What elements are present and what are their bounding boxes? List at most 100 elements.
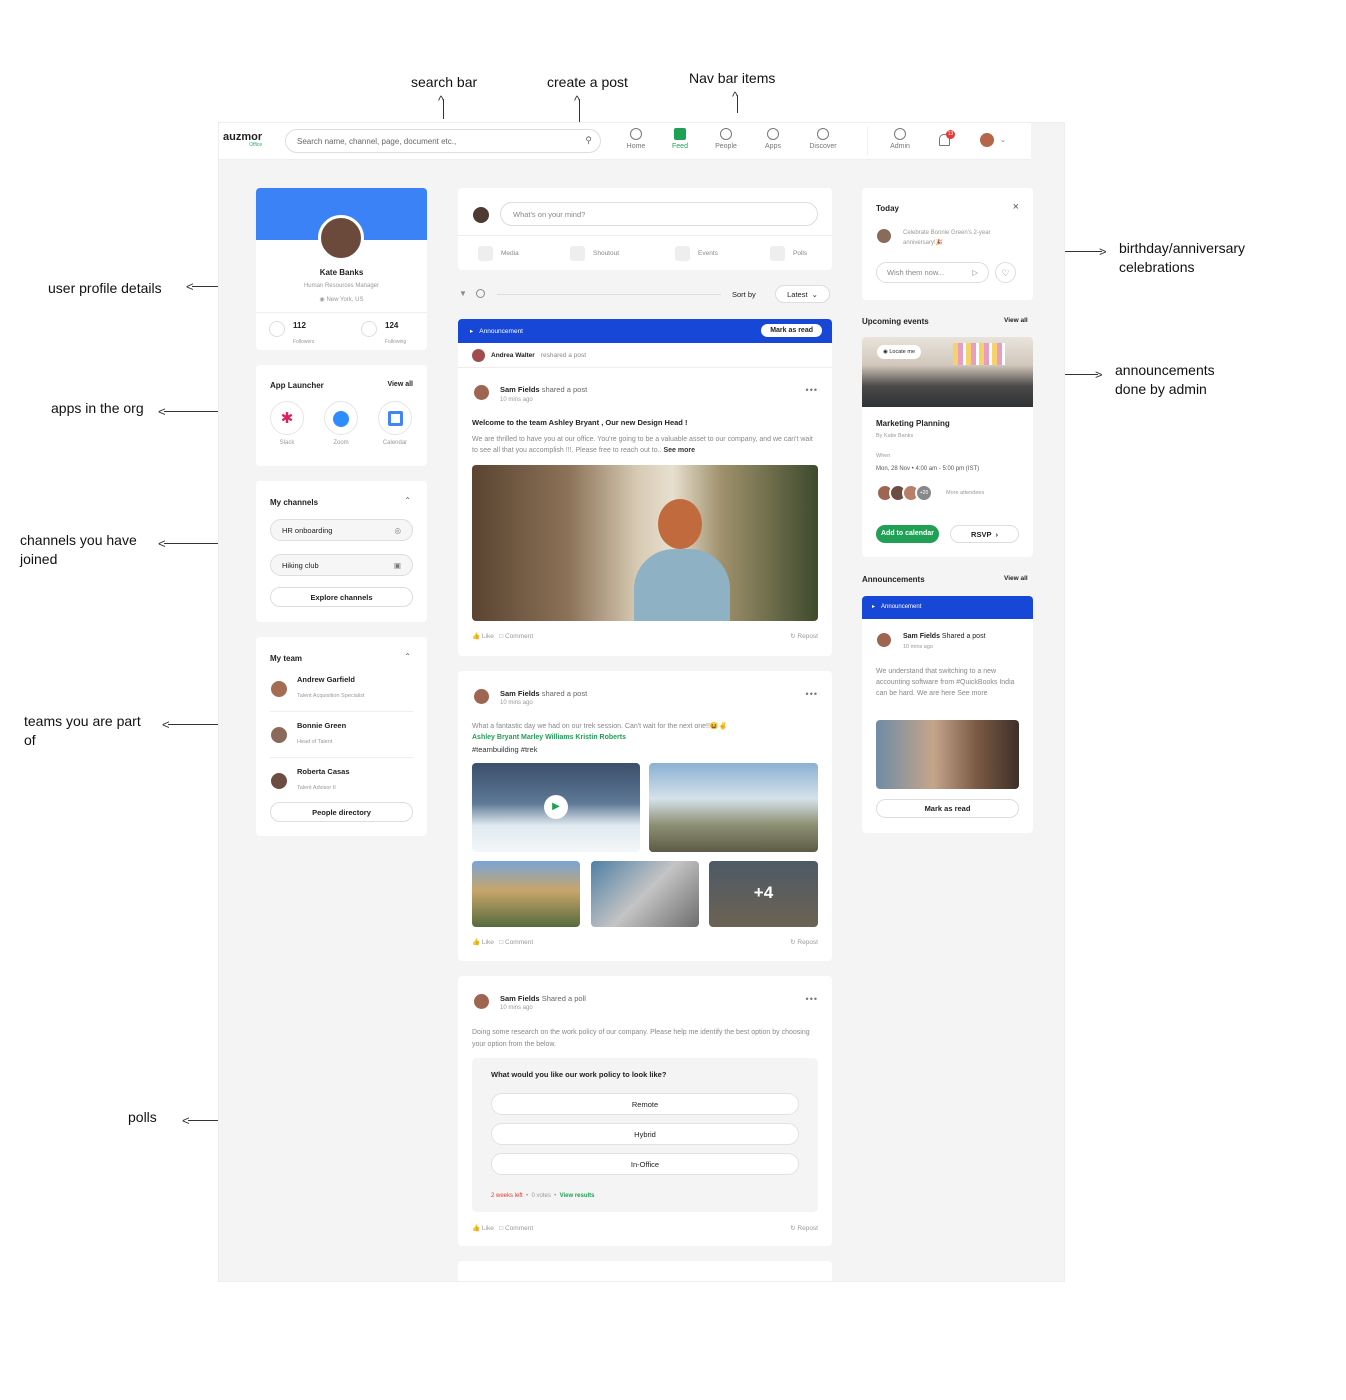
shoutout-icon	[570, 246, 585, 261]
filter-icon[interactable]: ▼	[459, 289, 467, 298]
more-options-icon[interactable]: •••	[806, 689, 818, 699]
nav-discover[interactable]: Discover	[803, 128, 843, 150]
channel-item[interactable]: HR onboarding ◎	[270, 519, 413, 541]
chevron-up-icon[interactable]: ⌃	[404, 496, 411, 505]
create-post-input[interactable]: What's on your mind?	[500, 202, 818, 226]
post-image[interactable]	[591, 861, 699, 927]
like-button[interactable]: 👍 Like	[472, 1225, 494, 1232]
annotation-polls: polls	[128, 1109, 157, 1125]
announcements-view-all[interactable]: View all	[1004, 575, 1028, 582]
post-time: 10 mins ago	[500, 397, 533, 403]
more-images-tile[interactable]: +4	[709, 861, 818, 927]
post-body: Doing some research on the work policy o…	[472, 1029, 810, 1048]
announcement-image[interactable]	[876, 720, 1019, 789]
like-button[interactable]: 👍 Like	[472, 633, 494, 640]
more-options-icon[interactable]: •••	[806, 385, 818, 395]
user-avatar[interactable]	[978, 131, 996, 149]
channels-title: My channels	[270, 498, 319, 507]
team-member[interactable]: Roberta Casas Talent Advisor II	[269, 767, 350, 794]
mark-as-read-button[interactable]: Mark as read	[876, 799, 1019, 818]
event-image[interactable]: ◉ Locate me	[862, 337, 1033, 407]
add-to-calendar-button[interactable]: Add to calendar	[876, 525, 939, 543]
post-tags[interactable]: #teambuilding #trek	[472, 745, 537, 754]
search-icon: ⚲	[585, 135, 592, 145]
events-view-all[interactable]: View all	[1004, 317, 1028, 324]
nav-admin[interactable]: Admin	[880, 128, 920, 150]
attendee-avatars[interactable]: +20	[876, 484, 933, 502]
people-directory-button[interactable]: People directory	[270, 802, 413, 822]
wish-input[interactable]: Wish them now... ▷	[876, 262, 989, 283]
post-author[interactable]: Sam Fields Shared a post	[903, 633, 986, 640]
post-video[interactable]: ▶	[472, 763, 640, 852]
chevron-down-icon[interactable]: ⌄	[1000, 136, 1006, 144]
repost-button[interactable]: ↻ Repost	[790, 938, 818, 946]
heart-icon[interactable]: ♡	[995, 262, 1016, 283]
view-results-link[interactable]: View results	[560, 1193, 595, 1199]
nav-people[interactable]: People	[706, 128, 746, 150]
post-image[interactable]	[472, 861, 580, 927]
like-button[interactable]: 👍 Like	[472, 939, 494, 946]
post-author[interactable]: Sam Fields Shared a poll	[500, 994, 586, 1003]
channel-item[interactable]: Hiking club ▣	[270, 554, 413, 576]
poll-box: What would you like our work policy to l…	[472, 1058, 818, 1212]
play-icon[interactable]: ▶	[544, 795, 568, 819]
post-image[interactable]	[649, 763, 818, 852]
following-stat[interactable]: 124 Following	[361, 321, 406, 348]
app-launcher-view-all[interactable]: View all	[387, 381, 413, 388]
comment-button[interactable]: □ Comment	[499, 939, 533, 946]
app-slack[interactable]: ✱ Slack	[269, 401, 305, 446]
poll-option[interactable]: In-Office	[491, 1153, 799, 1175]
followers-stat[interactable]: 112 Followers	[269, 321, 314, 348]
see-more-link[interactable]: See more	[663, 447, 695, 454]
mark-as-read-button[interactable]: Mark as read	[761, 324, 822, 337]
nav-feed[interactable]: Feed	[660, 128, 700, 150]
locate-me-button[interactable]: ◉ Locate me	[877, 345, 922, 359]
app-zoom[interactable]: Zoom	[323, 401, 359, 446]
nav-apps[interactable]: Apps	[753, 128, 793, 150]
avatar[interactable]	[472, 992, 491, 1011]
send-icon[interactable]: ▷	[972, 268, 978, 277]
slack-icon: ✱	[270, 401, 304, 435]
post-author[interactable]: Sam Fields shared a post	[500, 385, 587, 394]
poll-option[interactable]: Hybrid	[491, 1123, 799, 1145]
sort-dropdown[interactable]: Latest ⌄	[775, 285, 830, 303]
calendar-icon	[378, 401, 412, 435]
avatar[interactable]	[472, 383, 491, 402]
nav-home[interactable]: Home	[616, 128, 656, 150]
apps-icon	[767, 128, 779, 140]
close-icon[interactable]: ×	[1013, 201, 1019, 213]
channels-card: My channels ⌃ HR onboarding ◎ Hiking club…	[256, 481, 427, 622]
app-launcher-title: App Launcher	[270, 381, 324, 390]
team-member[interactable]: Andrew Garfield Talent Acquisition Specia…	[269, 675, 365, 702]
shoutout-button[interactable]: Shoutout	[570, 246, 619, 261]
profile-avatar[interactable]	[318, 215, 364, 261]
poll-option[interactable]: Remote	[491, 1093, 799, 1115]
app-calendar[interactable]: Calendar	[377, 401, 413, 446]
comment-button[interactable]: □ Comment	[499, 633, 533, 640]
post-mentions[interactable]: Ashley Bryant Marley Williams Kristin Ro…	[472, 734, 626, 741]
annotation-birthday: birthday/anniversary celebrations	[1119, 240, 1246, 275]
events-button[interactable]: Events	[675, 246, 718, 261]
explore-channels-button[interactable]: Explore channels	[270, 587, 413, 607]
post-time: 10 mins ago	[903, 644, 933, 650]
chevron-up-icon[interactable]: ⌃	[404, 652, 411, 661]
profile-card: Kate Banks Human Resources Manager ◉ New…	[256, 188, 427, 350]
repost-button[interactable]: ↻ Repost	[790, 1224, 818, 1232]
team-member[interactable]: Bonnie Green Head of Talent	[269, 721, 346, 748]
repost-button[interactable]: ↻ Repost	[790, 632, 818, 640]
polls-button[interactable]: Polls	[770, 246, 807, 261]
clock-icon[interactable]	[476, 289, 485, 298]
post-image[interactable]	[472, 465, 818, 621]
avatar[interactable]	[875, 631, 893, 649]
search-input[interactable]: Search name, channel, page, document etc…	[285, 129, 601, 153]
media-button[interactable]: Media	[478, 246, 519, 261]
event-name[interactable]: Marketing Planning	[876, 419, 950, 428]
logo[interactable]: auzmor Office	[223, 131, 262, 148]
more-options-icon[interactable]: •••	[806, 994, 818, 1004]
rsvp-button[interactable]: RSVP ›	[950, 525, 1019, 543]
profile-title: Human Resources Manager	[303, 283, 380, 289]
post-actions: 👍 Like □ Comment ↻ Repost	[472, 1224, 818, 1232]
avatar[interactable]	[472, 687, 491, 706]
comment-button[interactable]: □ Comment	[499, 1225, 533, 1232]
post-author[interactable]: Sam Fields shared a post	[500, 689, 587, 698]
